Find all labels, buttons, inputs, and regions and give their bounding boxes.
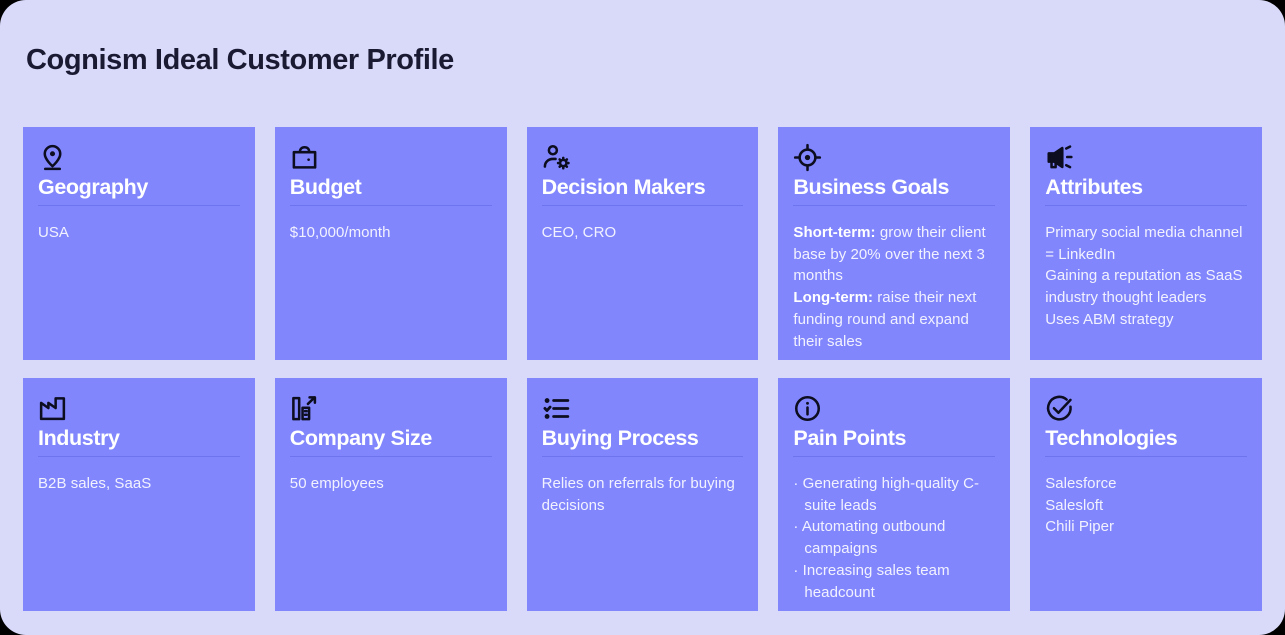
- body-line-text: B2B sales, SaaS: [38, 474, 152, 492]
- check-circle-icon: [1045, 394, 1247, 424]
- bullet-text: Increasing sales team headcount: [802, 561, 950, 601]
- body-line-text: Chili Piper: [1045, 518, 1115, 536]
- card-body: $10,000/month: [290, 222, 492, 244]
- body-line: Short-term: grow their client base by 20…: [793, 222, 995, 287]
- card-pain-points: Pain Points · Generating high-quality C-s…: [778, 378, 1011, 611]
- list-item: · Generating high-quality C-suite leads: [793, 473, 995, 517]
- card-budget: Budget $10,000/month: [274, 127, 507, 360]
- body-line: USA: [38, 222, 240, 244]
- body-line: Chili Piper: [1045, 516, 1247, 538]
- bullet-marker: ·: [793, 518, 799, 536]
- card-body: Primary social media channel = LinkedIn G…: [1045, 222, 1247, 331]
- cards-grid: Geography USA Budget $10,000/month Decision …: [23, 127, 1262, 611]
- card-buying-process: Buying Process Relies on referrals for bu…: [526, 378, 759, 611]
- card-body: · Generating high-quality C-suite leads ·…: [793, 473, 995, 604]
- info-circle-icon: [793, 394, 995, 424]
- card-title: Attributes: [1045, 175, 1247, 206]
- map-pin-icon: [38, 143, 240, 173]
- card-body: USA: [38, 222, 240, 244]
- list-item: · Automating outbound campaigns: [793, 516, 995, 560]
- body-line: CEO, CRO: [542, 222, 744, 244]
- body-line: 50 employees: [290, 473, 492, 495]
- card-industry: Industry B2B sales, SaaS: [23, 378, 255, 611]
- body-line-text: USA: [38, 223, 69, 241]
- card-attributes: Attributes Primary social media channel =…: [1030, 127, 1262, 360]
- card-title: Budget: [289, 175, 492, 206]
- card-title: Technologies: [1045, 426, 1247, 457]
- bullet-marker: ·: [793, 474, 799, 492]
- list-item: · Increasing sales team headcount: [793, 560, 995, 604]
- briefcase-icon: [290, 143, 492, 173]
- card-title: Buying Process: [541, 426, 744, 457]
- bullet-text: Generating high-quality C-suite leads: [802, 474, 980, 514]
- body-line: Salesforce: [1045, 473, 1247, 495]
- card-company-size: Company Size 50 employees: [274, 378, 507, 611]
- body-line: Relies on referrals for buying decisions: [542, 473, 744, 517]
- card-body: Salesforce Salesloft Chili Piper: [1045, 473, 1247, 538]
- body-line: Long-term: raise their next funding roun…: [793, 287, 995, 352]
- card-decision-makers: Decision Makers CEO, CRO: [526, 127, 759, 360]
- infographic-panel: Cognism Ideal Customer Profile Geography…: [0, 0, 1285, 635]
- body-line-text: 50 employees: [289, 474, 384, 492]
- card-body: 50 employees: [290, 473, 492, 495]
- card-body: CEO, CRO: [542, 222, 744, 244]
- body-line-text: Relies on referrals for buying decisions: [541, 474, 735, 514]
- user-settings-icon: [542, 143, 744, 173]
- megaphone-icon: [1045, 143, 1247, 173]
- card-title: Business Goals: [793, 175, 996, 206]
- body-line-text: Gaining a reputation as SaaS industry th…: [1045, 267, 1243, 307]
- body-line: Uses ABM strategy: [1045, 309, 1247, 331]
- checklist-icon: [542, 394, 744, 424]
- card-geography: Geography USA: [23, 127, 255, 360]
- card-technologies: Technologies Salesforce Salesloft Chili Pip…: [1030, 378, 1262, 611]
- card-title: Company Size: [289, 426, 492, 457]
- page-title: Cognism Ideal Customer Profile: [26, 44, 454, 76]
- target-crosshair-icon: [793, 143, 995, 173]
- bullet-list: · Generating high-quality C-suite leads ·…: [793, 473, 995, 604]
- body-line: Primary social media channel = LinkedIn: [1045, 222, 1247, 266]
- body-line: Gaining a reputation as SaaS industry th…: [1045, 265, 1247, 309]
- body-line-text: $10,000/month: [289, 223, 391, 241]
- body-line-label: Short-term:: [793, 223, 876, 241]
- body-line-label: Long-term:: [793, 289, 874, 307]
- card-body: Relies on referrals for buying decisions: [542, 473, 744, 517]
- card-title: Geography: [38, 175, 240, 206]
- body-line-text: CEO, CRO: [541, 223, 617, 241]
- card-body: Short-term: grow their client base by 20…: [793, 222, 995, 353]
- body-line-text: Salesloft: [1045, 496, 1104, 514]
- card-title: Decision Makers: [541, 175, 744, 206]
- bullet-marker: ·: [793, 561, 799, 579]
- card-title: Industry: [38, 426, 240, 457]
- body-line-text: Salesforce: [1045, 474, 1117, 492]
- body-line: Salesloft: [1045, 495, 1247, 517]
- body-line-text: Primary social media channel = LinkedIn: [1045, 223, 1243, 263]
- factory-icon: [38, 394, 240, 424]
- body-line-text: Uses ABM strategy: [1045, 310, 1174, 328]
- card-title: Pain Points: [793, 426, 996, 457]
- body-line: $10,000/month: [290, 222, 492, 244]
- body-line: B2B sales, SaaS: [38, 473, 240, 495]
- bullet-text: Automating outbound campaigns: [801, 518, 946, 558]
- card-business-goals: Business Goals Short-term: grow their cli…: [778, 127, 1011, 360]
- building-growth-icon: [290, 394, 492, 424]
- card-body: B2B sales, SaaS: [38, 473, 240, 495]
